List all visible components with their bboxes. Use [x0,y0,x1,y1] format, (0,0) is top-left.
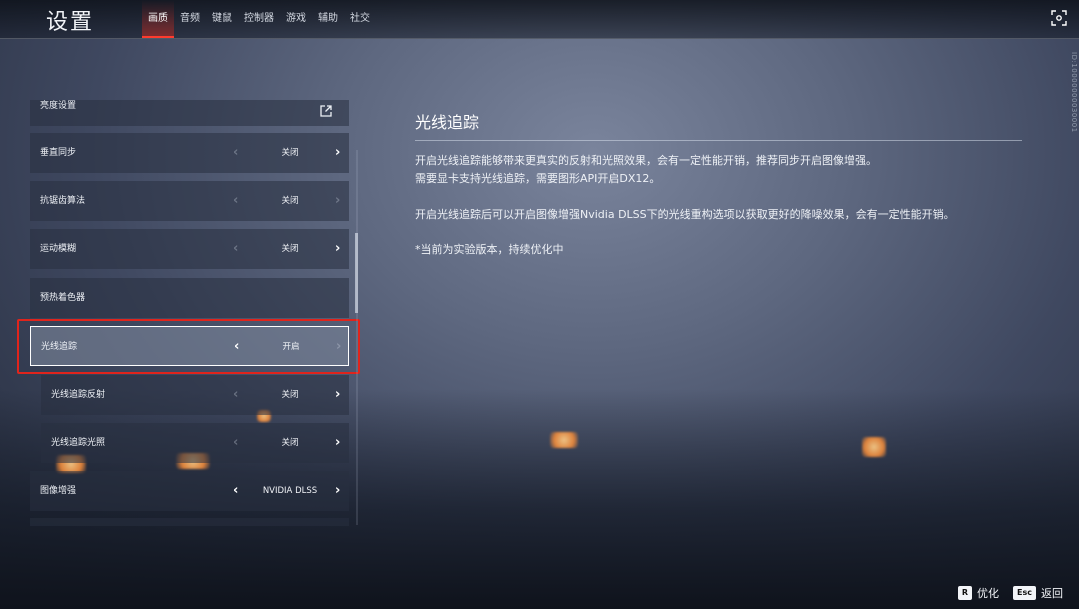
settings-row-partial [30,518,349,526]
detail-text-line: 需要显卡支持光线追踪，需要图形API开启DX12。 [415,172,661,185]
screen-capture-icon[interactable] [1050,10,1068,28]
footer-hints: R 优化 Esc 返回 [957,585,1063,601]
chevron-left-icon[interactable]: ‹ [233,181,238,221]
detail-note: *当前为实验版本，持续优化中 [415,243,564,256]
setting-value: 关闭 [281,438,299,448]
setting-value: 关闭 [281,244,299,254]
hint-optimize[interactable]: R 优化 [957,585,1000,601]
setting-value: 关闭 [281,390,299,400]
setting-value: NVIDIA DLSS [262,486,318,496]
setting-label: 亮度设置 [40,101,77,111]
tab-graphics[interactable]: 画质 [142,0,174,38]
chevron-left-icon[interactable]: ‹ [233,423,238,463]
setting-label: 光线追踪反射 [51,390,106,400]
divider [415,140,1022,141]
selection-highlight-box [17,319,360,374]
chevron-right-icon[interactable]: › [335,471,340,511]
settings-row-vsync[interactable]: 垂直同步 ‹ 关闭 › [30,133,349,173]
setting-label: 垂直同步 [40,148,77,158]
tab-controller[interactable]: 控制器 [238,0,280,38]
settings-row-brightness[interactable]: 亮度设置 [30,100,349,126]
key-badge: R [957,586,973,600]
chevron-left-icon[interactable]: ‹ [233,471,238,511]
detail-pane: 光线追踪 开启光线追踪能够带来更真实的反射和光照效果，会有一定性能开销，推荐同步… [415,110,1025,259]
settings-row-image-enhancement[interactable]: 图像增强 ‹ NVIDIA DLSS › [30,471,349,511]
tab-keyboard-mouse[interactable]: 键鼠 [206,0,238,38]
setting-label: 图像增强 [40,486,77,496]
settings-row-rt-reflections[interactable]: 光线追踪反射 ‹ 关闭 › [41,375,349,415]
settings-row-motion-blur[interactable]: 运动模糊 ‹ 关闭 › [30,229,349,269]
setting-label: 光线追踪光照 [51,438,106,448]
tab-audio[interactable]: 音频 [174,0,206,38]
chevron-right-icon[interactable]: › [335,181,340,221]
setting-value: 关闭 [281,148,299,158]
page-title: 设置 [46,10,95,35]
lantern-decoration [862,437,886,457]
setting-label: 运动模糊 [40,244,77,254]
hint-label: 返回 [1041,587,1063,600]
detail-text-line: 开启光线追踪能够带来更真实的反射和光照效果，会有一定性能开销，推荐同步开启图像增… [415,154,877,167]
list-scrollbar-track[interactable] [356,150,358,525]
hint-back[interactable]: Esc 返回 [1013,585,1063,601]
hint-label: 优化 [977,587,1000,600]
chevron-right-icon[interactable]: › [335,133,340,173]
chevron-left-icon[interactable]: ‹ [233,229,238,269]
chevron-left-icon[interactable]: ‹ [233,375,238,415]
tab-accessibility[interactable]: 辅助 [312,0,344,38]
settings-row-antialiasing[interactable]: 抗锯齿算法 ‹ 关闭 › [30,181,349,221]
chevron-right-icon[interactable]: › [335,229,340,269]
tab-game[interactable]: 游戏 [280,0,312,38]
setting-label: 预热着色器 [40,293,86,303]
settings-row-shader-precompile[interactable]: 预热着色器 [30,278,349,318]
external-open-icon [320,100,332,126]
top-bar: 设置 画质 音频 键鼠 控制器 游戏 辅助 社交 [0,0,1079,39]
detail-text-line: 开启光线追踪后可以开启图像增强Nvidia DLSS下的光线重构选项以获取更好的… [415,208,955,221]
chevron-right-icon[interactable]: › [335,423,340,463]
tab-bar: 画质 音频 键鼠 控制器 游戏 辅助 社交 [142,0,376,38]
settings-row-rt-lighting[interactable]: 光线追踪光照 ‹ 关闭 › [41,423,349,463]
key-badge: Esc [1013,586,1036,600]
chevron-left-icon[interactable]: ‹ [233,133,238,173]
lantern-decoration [550,432,578,448]
list-scrollbar-thumb[interactable] [355,233,358,313]
tab-social[interactable]: 社交 [344,0,376,38]
setting-value: 关闭 [281,196,299,206]
chevron-right-icon[interactable]: › [335,375,340,415]
setting-label: 抗锯齿算法 [40,196,86,206]
build-id-label: ID:10000000030001 [1070,52,1078,133]
detail-title: 光线追踪 [415,113,480,132]
